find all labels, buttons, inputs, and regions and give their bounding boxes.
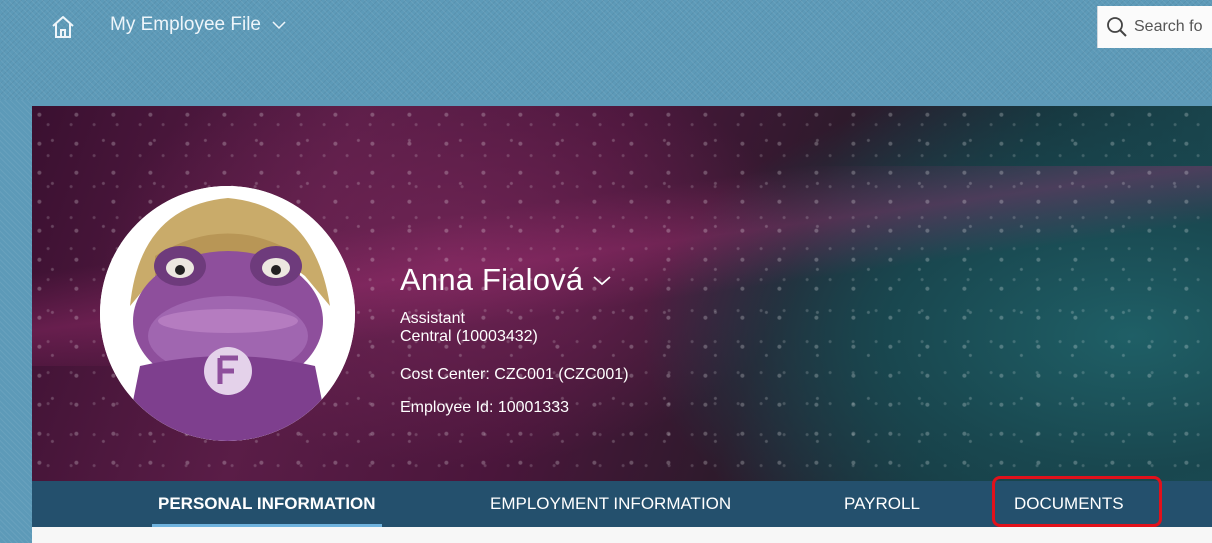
tab-personal-information[interactable]: PERSONAL INFORMATION [152,481,382,527]
cost-center: Cost Center: CZC001 (CZC001) [400,366,629,383]
employee-id: Employee Id: 10001333 [400,399,570,416]
content-area [32,527,1212,543]
documents-highlight [992,476,1162,527]
search-icon[interactable] [1106,16,1128,38]
employee-name: Anna Fialová [400,262,584,297]
job-title: Assistant [400,310,465,327]
chevron-down-icon [593,276,611,286]
tab-payroll[interactable]: PAYROLL [844,481,920,527]
shell-bar: My Employee File [0,0,1212,100]
app-title: My Employee File [110,14,261,35]
app-title-menu[interactable]: My Employee File [110,14,287,36]
left-border [0,100,32,543]
chevron-down-icon [272,21,286,30]
avatar-image [100,186,355,441]
department: Central (10003432) [400,328,538,345]
home-button[interactable] [48,12,78,42]
home-icon [52,16,74,38]
avatar[interactable] [100,186,355,441]
employee-name-menu[interactable]: Anna Fialová [400,262,613,298]
search-field[interactable] [1097,6,1212,48]
search-input[interactable] [1134,18,1204,36]
tab-employment-information[interactable]: EMPLOYMENT INFORMATION [490,481,731,527]
